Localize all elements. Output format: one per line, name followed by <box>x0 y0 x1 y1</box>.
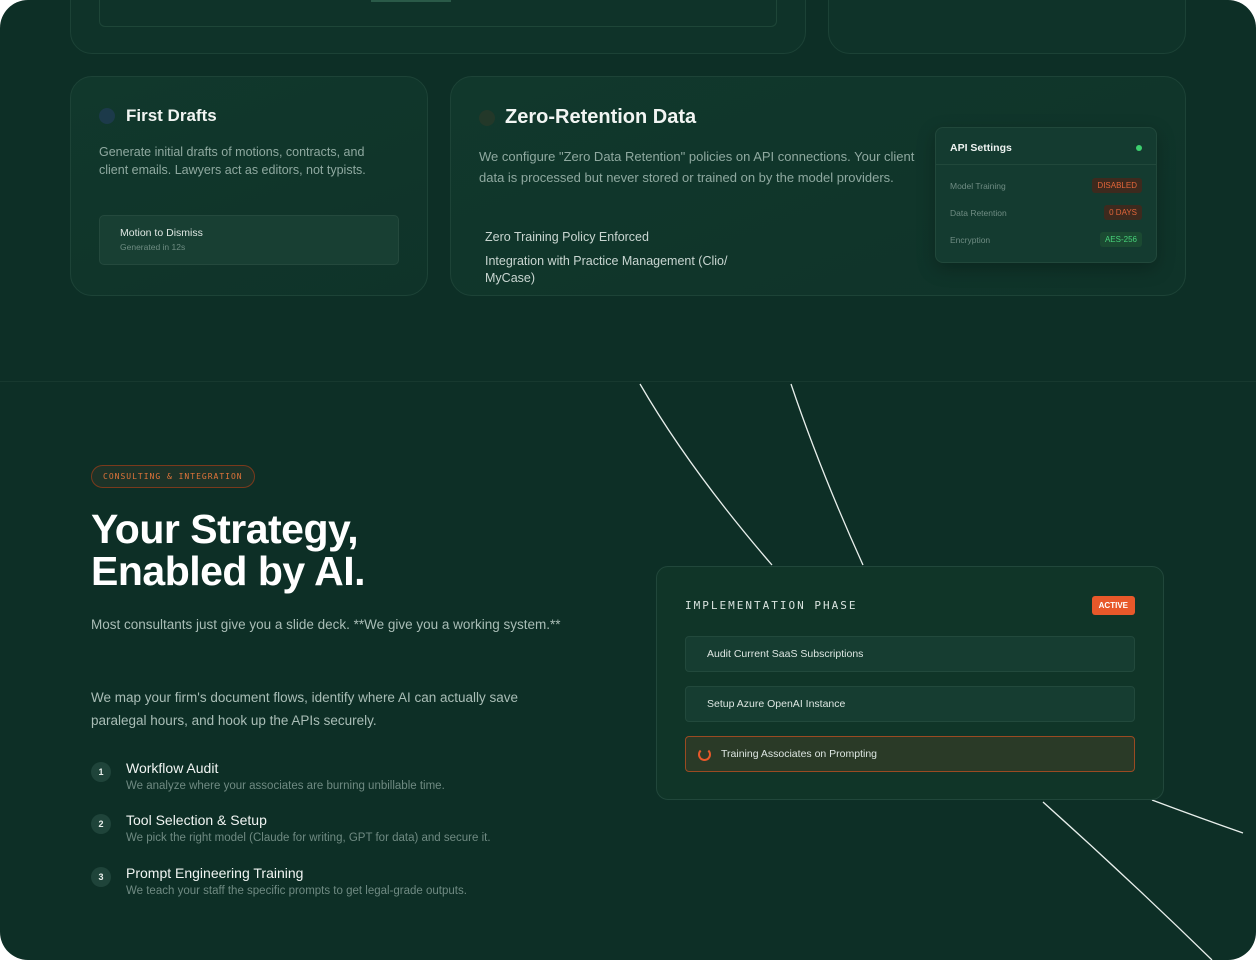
step-description: We teach your staff the specific prompts… <box>126 885 467 897</box>
page-frame: First Drafts Generate initial drafts of … <box>0 0 1256 960</box>
implementation-label: IMPLEMENTATION PHASE <box>685 599 858 612</box>
step-number: 3 <box>91 867 111 887</box>
step-description: We analyze where your associates are bur… <box>126 780 445 792</box>
section-headline: Your Strategy, Enabled by AI. <box>91 508 365 592</box>
implementation-card: IMPLEMENTATION PHASE ACTIVE Audit Curren… <box>656 566 1164 800</box>
task-label: Training Associates on Prompting <box>721 748 878 760</box>
task-item[interactable]: Audit Current SaaS Subscriptions <box>685 636 1135 672</box>
task-label: Audit Current SaaS Subscriptions <box>707 648 864 660</box>
decorative-line <box>1042 801 1213 960</box>
step-title: Workflow Audit <box>126 760 219 776</box>
section-tag: CONSULTING & INTEGRATION <box>91 465 255 488</box>
step-number: 2 <box>91 814 111 834</box>
step-number: 1 <box>91 762 111 782</box>
decorative-line <box>1151 799 1244 834</box>
task-item-active[interactable]: Training Associates on Prompting <box>685 736 1135 772</box>
loading-spinner-icon <box>698 748 711 761</box>
step-title: Prompt Engineering Training <box>126 865 304 881</box>
intro-paragraph: Most consultants just give you a slide d… <box>91 617 561 632</box>
decorative-line <box>790 383 864 566</box>
task-item[interactable]: Setup Azure OpenAI Instance <box>685 686 1135 722</box>
step-description: We pick the right model (Claude for writ… <box>126 832 491 844</box>
decorative-line <box>639 383 773 566</box>
headline-line: Enabled by AI. <box>91 548 365 594</box>
task-label: Setup Azure OpenAI Instance <box>707 698 846 710</box>
description-paragraph: We map your firm's document flows, ident… <box>91 690 519 728</box>
step-title: Tool Selection & Setup <box>126 812 267 828</box>
status-badge: ACTIVE <box>1091 596 1135 615</box>
headline-line: Your Strategy, <box>91 506 359 552</box>
